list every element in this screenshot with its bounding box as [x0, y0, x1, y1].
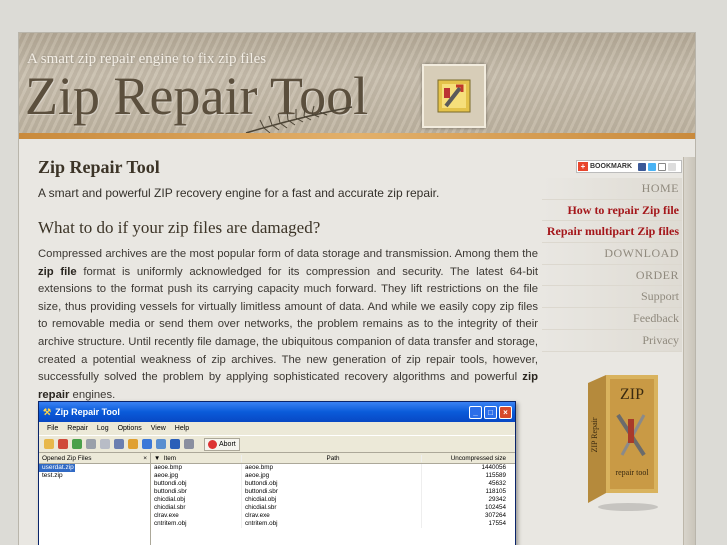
table-row: clrav.exe clrav.exe 307264: [151, 512, 515, 520]
nav-home[interactable]: HOME: [542, 178, 682, 200]
extract-icon: [128, 439, 138, 449]
menu-file: File: [47, 425, 59, 432]
column-size: Uncompressed size: [450, 454, 506, 462]
sidebar-edge: [683, 157, 695, 545]
remove-icon: [58, 439, 68, 449]
info-icon: [142, 439, 152, 449]
close-icon: ×: [499, 405, 512, 419]
page-tagline: A smart and powerful ZIP recovery engine…: [38, 186, 440, 200]
menu-options: Options: [117, 425, 142, 432]
log-icon: [170, 439, 180, 449]
pane-close-icon: ×: [143, 454, 147, 462]
stop-icon: [208, 439, 217, 449]
nav-how-to-repair[interactable]: How to repair Zip file: [542, 199, 682, 222]
column-item: ▼ Item: [151, 454, 242, 462]
open-folder-icon: [44, 439, 54, 449]
repair-icon: [72, 439, 82, 449]
box-top-text: ZIP: [620, 386, 644, 403]
app-screenshot: ⚒ Zip Repair Tool _ □ × File Repair Log …: [38, 401, 516, 545]
select-icon: [114, 439, 124, 449]
fern-leaf-icon: [245, 104, 353, 134]
minimize-icon: _: [469, 405, 482, 419]
product-box-image[interactable]: ZIP ZIP Repair repair tool: [588, 375, 658, 513]
nav-download[interactable]: DOWNLOAD: [542, 243, 682, 265]
sidebar-nav: HOME How to repair Zip file Repair multi…: [542, 178, 682, 352]
main-content: Zip Repair Tool A smart and powerful ZIP…: [38, 157, 538, 404]
copy-icon: [100, 439, 110, 449]
twitter-icon[interactable]: [648, 162, 656, 171]
table-row: cntritem.obj cntritem.obj 17554: [151, 520, 515, 528]
table-row: aeoe.jpg aeoe.jpg 115589: [151, 472, 515, 480]
menu-view: View: [150, 425, 166, 432]
table-row: aeoe.bmp aeoe.bmp 1440056: [151, 464, 515, 472]
nav-order[interactable]: ORDER: [542, 264, 682, 287]
undo-icon: [86, 439, 96, 449]
app-titlebar: ⚒ Zip Repair Tool _ □ ×: [39, 402, 515, 422]
bookmark-label: BOOKMARK: [590, 163, 632, 170]
facebook-icon[interactable]: [638, 162, 646, 171]
zip-file-keyword: zip file: [38, 265, 77, 278]
app-toolbar: Abort: [39, 435, 515, 453]
sidebar: + BOOKMARK HOME How to repair Zip file R…: [542, 157, 695, 545]
opened-files-pane: Opened Zip Files × userdat.zip test.zip: [39, 453, 151, 545]
settings-icon: [156, 439, 166, 449]
file-item: test.zip: [42, 472, 63, 479]
nav-feedback[interactable]: Feedback: [542, 308, 682, 330]
header-banner: A smart zip repair engine to fix zip fil…: [19, 33, 695, 139]
section-heading: What to do if your zip files are damaged…: [38, 218, 321, 237]
table-row: chicdial.obj chicdial.obj 29342: [151, 496, 515, 504]
page-title: Zip Repair Tool: [38, 157, 160, 177]
plus-icon: +: [578, 162, 588, 171]
page: A smart zip repair engine to fix zip fil…: [18, 32, 696, 545]
app-menubar: File Repair Log Options View Help: [39, 422, 515, 435]
opened-files-header: Opened Zip Files: [42, 454, 92, 462]
tools-logo-icon: [422, 64, 486, 128]
nav-repair-multipart[interactable]: Repair multipart Zip files: [542, 221, 682, 244]
banner-accent-bar: [19, 133, 695, 139]
menu-repair: Repair: [67, 425, 88, 432]
more-icon[interactable]: [668, 162, 676, 171]
menu-help: Help: [174, 425, 190, 432]
app-icon: ⚒: [43, 406, 52, 417]
nav-privacy[interactable]: Privacy: [542, 329, 682, 352]
maximize-icon: □: [484, 405, 497, 419]
email-icon[interactable]: [658, 162, 666, 171]
intro-paragraph: Compressed archives are the most popular…: [38, 248, 538, 401]
table-row: buttondi.obj buttondi.obj 45632: [151, 480, 515, 488]
nav-support[interactable]: Support: [542, 286, 682, 309]
menu-log: Log: [96, 425, 109, 432]
app-title: Zip Repair Tool: [55, 407, 120, 417]
archive-contents-pane: ▼ Item Path Uncompressed size aeoe.bmp ae…: [151, 453, 515, 545]
abort-button: Abort: [204, 437, 240, 451]
table-row: chicdial.sbr chicdial.sbr 102454: [151, 504, 515, 512]
bookmark-button[interactable]: + BOOKMARK: [576, 160, 682, 173]
list-icon: [184, 439, 194, 449]
column-path: Path: [242, 454, 422, 462]
file-item: userdat.zip: [39, 464, 75, 472]
box-side-text: ZIP Repair: [590, 417, 599, 452]
table-row: buttondi.sbr buttondi.sbr 118105: [151, 488, 515, 496]
box-label-text: repair tool: [615, 468, 649, 477]
